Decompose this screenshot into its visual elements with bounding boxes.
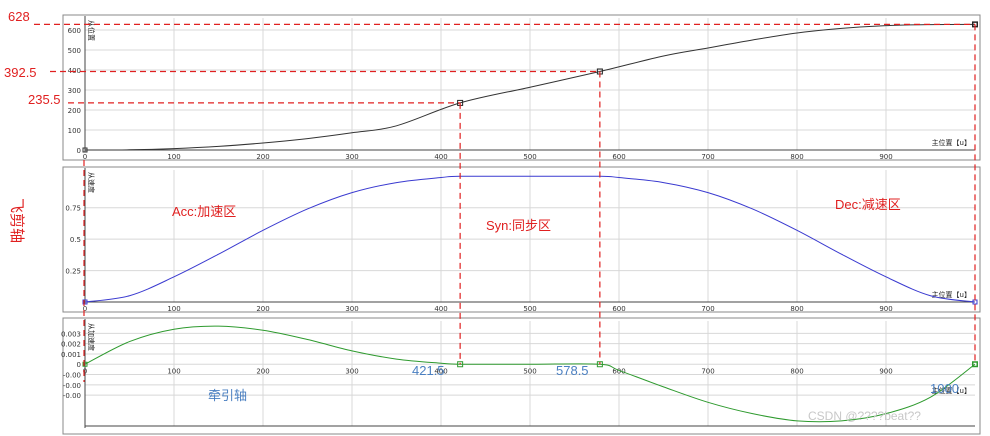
y-tick-label: 0.25: [65, 268, 81, 276]
y-tick-label: 500: [68, 47, 81, 55]
x-tick-label: 700: [701, 153, 714, 161]
label-392-5: 392.5: [4, 65, 37, 80]
mark-1000: 1000: [930, 381, 959, 396]
x-tick-label: 800: [790, 305, 803, 313]
x-axis-label: 主位置【u】: [932, 138, 971, 147]
dec-zone-label: Dec:减速区: [835, 197, 901, 212]
syn-zone-label: Syn:同步区: [486, 218, 551, 233]
x-tick-label: 800: [790, 153, 803, 161]
y-tick-label: 0.003: [61, 330, 81, 338]
y-series-label: 从位置: [87, 20, 96, 41]
y-tick-label: 0.5: [70, 236, 81, 244]
y-tick-label: 200: [68, 107, 81, 115]
y-tick-label: 0.002: [61, 341, 81, 349]
y-tick-label: -0.00: [63, 382, 81, 390]
x-tick-label: 900: [879, 305, 892, 313]
label-628: 628: [8, 9, 30, 24]
mark-421-5: 421.5: [412, 363, 445, 378]
y-tick-label: 0.75: [65, 205, 81, 213]
x-tick-label: 600: [612, 153, 625, 161]
y-tick-label: 300: [68, 87, 81, 95]
chart-panel-1: 0 100 200 300 400 500 600 700 800 900010020030040…: [62, 14, 981, 161]
x-tick-label: 0: [83, 153, 87, 161]
x-tick-label: 500: [523, 153, 536, 161]
acc-zone-label: Acc:加速区: [172, 204, 236, 219]
y-series-label: 从加速度: [87, 323, 96, 351]
y-tick-label: 600: [68, 27, 81, 35]
x-tick-label: 100: [167, 153, 180, 161]
y-series-label: 从速度: [87, 172, 96, 193]
x-tick-label: 200: [256, 305, 269, 313]
y-tick-label: 0: [77, 147, 81, 155]
chart-stage: 0 100 200 300 400 500 600 700 800 900 0 100 200 300 40…: [4, 9, 981, 435]
x-tick-label: 300: [345, 153, 358, 161]
label-235-5: 235.5: [28, 92, 61, 107]
x-tick-label: 200: [256, 153, 269, 161]
y-tick-label: -0.00: [63, 392, 81, 400]
y-tick-label: 0: [77, 361, 81, 369]
x-tick-label: 400: [434, 305, 447, 313]
mark-578-5: 578.5: [556, 363, 589, 378]
x-tick-label: 400: [434, 153, 447, 161]
panel-frame: [62, 14, 981, 161]
y-tick-label: 0.001: [61, 351, 81, 359]
y-tick-label: 100: [68, 127, 81, 135]
x-tick-label: 500: [523, 305, 536, 313]
watermark: CSDN @????beat??: [808, 409, 921, 423]
x-tick-label: 600: [612, 305, 625, 313]
traction-axis-label: 牵引轴: [208, 388, 247, 403]
y-tick-label: -0.00: [63, 372, 81, 380]
x-tick-label: 100: [167, 305, 180, 313]
x-tick-label: 300: [345, 305, 358, 313]
chart-panel-2: 0 100 200 300 400 500 600 700 800 9000.250.50.75从…: [62, 166, 981, 313]
x-tick-label: 700: [701, 305, 714, 313]
x-tick-label: 900: [879, 153, 892, 161]
side-axis-label: 飞剪轴: [8, 198, 25, 243]
